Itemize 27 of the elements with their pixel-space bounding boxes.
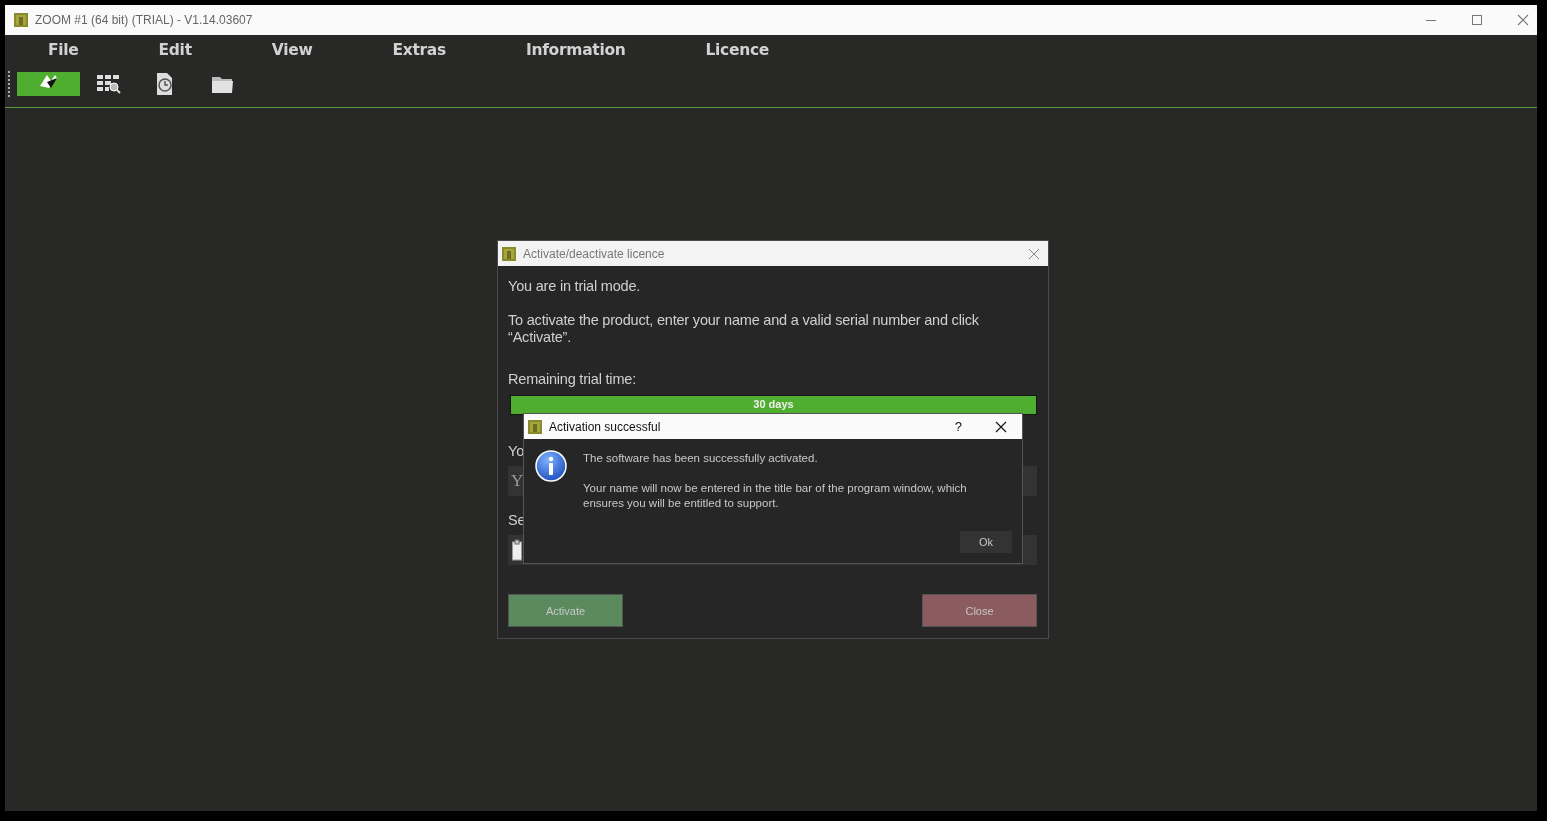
menu-item[interactable]: View: [271, 41, 313, 59]
menu-item[interactable]: Licence: [705, 41, 770, 59]
close-icon[interactable]: [995, 420, 1007, 433]
ok-button[interactable]: Ok: [960, 531, 1012, 553]
info-icon: [535, 450, 567, 482]
menu-item[interactable]: Edit: [158, 41, 192, 59]
message-title: Activation successful: [549, 419, 661, 434]
progress-label: 30 days: [752, 398, 795, 410]
trial-label: Remaining trial time:: [508, 371, 637, 388]
message-detail: Your name will now be entered in the title bar of the program window, which ensures you will be entitled to support.: [583, 481, 968, 511]
window-title: ZOOM #1 (64 bit) (TRIAL) - V1.14.03607: [35, 13, 253, 27]
instruction-text: To activate the product, enter your name and a valid serial number and click “Activate”.: [508, 312, 980, 346]
clipboard-icon[interactable]: [512, 539, 522, 561]
menu-item[interactable]: Extras: [392, 41, 446, 59]
name-label: Yo: [508, 443, 524, 460]
maximize-icon[interactable]: [1471, 14, 1483, 26]
app-icon: [502, 246, 516, 261]
toolbar-button[interactable]: [17, 71, 80, 96]
dialog-title: Activate/deactivate licence: [523, 246, 665, 261]
app-icon: [14, 13, 28, 27]
help-button[interactable]: ?: [954, 419, 962, 434]
toolbar-grip: [8, 69, 11, 98]
menu-item[interactable]: Information: [525, 41, 626, 59]
menu-item[interactable]: File: [48, 41, 79, 59]
intro-text: You are in trial mode.: [508, 278, 642, 295]
app-icon: [528, 419, 542, 434]
message-text: The software has been successfully activated.: [583, 451, 819, 466]
